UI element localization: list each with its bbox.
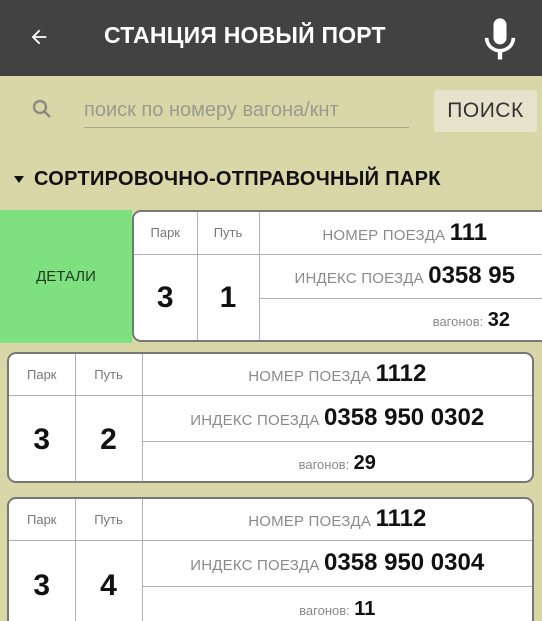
search-input[interactable] (84, 93, 409, 128)
train-index-cell: ИНДЕКС ПОЕЗДА 0358 95 (258, 253, 542, 299)
train-number-cell: НОМЕР ПОЕЗДА 111 (258, 212, 542, 255)
back-arrow-icon[interactable] (18, 16, 60, 58)
expand-triangle-icon (14, 176, 24, 183)
train-index-value: 0358 950 0304 (324, 549, 485, 576)
train-number-label: НОМЕР ПОЕЗДА (322, 226, 446, 244)
station-title: СТАНЦИЯ НОВЫЙ ПОРТ (104, 22, 386, 48)
train-index-label: ИНДЕКС ПОЕЗДА (190, 412, 320, 429)
train-number-label: НОМЕР ПОЕЗДА (248, 368, 372, 386)
park-header: Парк (134, 212, 198, 255)
track-header: Путь (196, 212, 260, 255)
section-sorting-park: СОРТИРОВОЧНО-ОТПРАВОЧНЫЙ ПАРК ДЕТАЛИ Пар… (0, 142, 542, 621)
train-index-cell: ИНДЕКС ПОЕЗДА 0358 950 0304 (141, 539, 532, 587)
track-header: Путь (74, 354, 143, 396)
park-value: 3 (9, 539, 76, 621)
search-button[interactable]: ПОИСК (434, 90, 537, 132)
park-value: 3 (9, 394, 76, 481)
train-index-value: 0358 95 (428, 262, 515, 289)
train-index-value: 0358 950 0302 (324, 404, 485, 431)
section-header[interactable]: СОРТИРОВОЧНО-ОТПРАВОЧНЫЙ ПАРК (14, 168, 441, 191)
track-value: 1 (196, 253, 260, 340)
park-header: Парк (9, 499, 76, 541)
track-header: Путь (74, 499, 143, 541)
park-value: 3 (134, 253, 198, 340)
train-index-label: ИНДЕКС ПОЕЗДА (190, 557, 320, 574)
train-index-label: ИНДЕКС ПОЕЗДА (294, 270, 424, 287)
train-number-cell: НОМЕР ПОЕЗДА 1112 (141, 354, 532, 396)
wagons-value: 11 (354, 597, 376, 620)
park-header: Парк (9, 354, 76, 396)
wagons-cell: вагонов: 29 (142, 440, 532, 481)
section-title: СОРТИРОВОЧНО-ОТПРАВОЧНЫЙ ПАРК (34, 168, 441, 190)
track-value: 2 (74, 394, 143, 481)
app-bar: СТАНЦИЯ НОВЫЙ ПОРТ (0, 0, 542, 76)
microphone-icon[interactable] (474, 14, 526, 66)
wagons-value: 32 (487, 308, 510, 331)
details-label: ДЕТАЛИ (36, 268, 96, 285)
app-screen: СТАНЦИЯ НОВЫЙ ПОРТ ПОИСК СОРТИРОВОЧНО-ОТ… (0, 0, 542, 621)
wagons-cell: вагонов: 11 (142, 585, 532, 621)
train-card[interactable]: Парк Путь НОМЕР ПОЕЗДА 1112 3 2 ИНДЕКС П… (7, 352, 534, 483)
search-bar: ПОИСК (0, 76, 542, 142)
train-number-label: НОМЕР ПОЕЗДА (248, 513, 372, 531)
train-number-value: 1112 (375, 360, 427, 388)
train-index-cell: ИНДЕКС ПОЕЗДА 0358 950 0302 (141, 394, 532, 442)
wagons-value: 29 (353, 451, 376, 474)
train-card[interactable]: Парк Путь НОМЕР ПОЕЗДА 1112 3 4 ИНДЕКС П… (7, 497, 534, 621)
details-button[interactable]: ДЕТАЛИ (0, 210, 132, 343)
wagons-label: вагонов: (298, 456, 350, 472)
wagons-cell: вагонов: 32 (259, 297, 542, 340)
wagons-label: вагонов: (432, 313, 484, 329)
train-number-cell: НОМЕР ПОЕЗДА 1112 (141, 499, 532, 541)
wagons-label: вагонов: (299, 602, 350, 618)
search-icon (30, 97, 56, 123)
train-card[interactable]: Парк Путь НОМЕР ПОЕЗДА 111 3 1 ИНДЕКС ПО… (132, 210, 542, 342)
train-number-value: 1112 (375, 505, 427, 533)
track-value: 4 (74, 539, 143, 621)
train-number-value: 111 (449, 218, 488, 246)
